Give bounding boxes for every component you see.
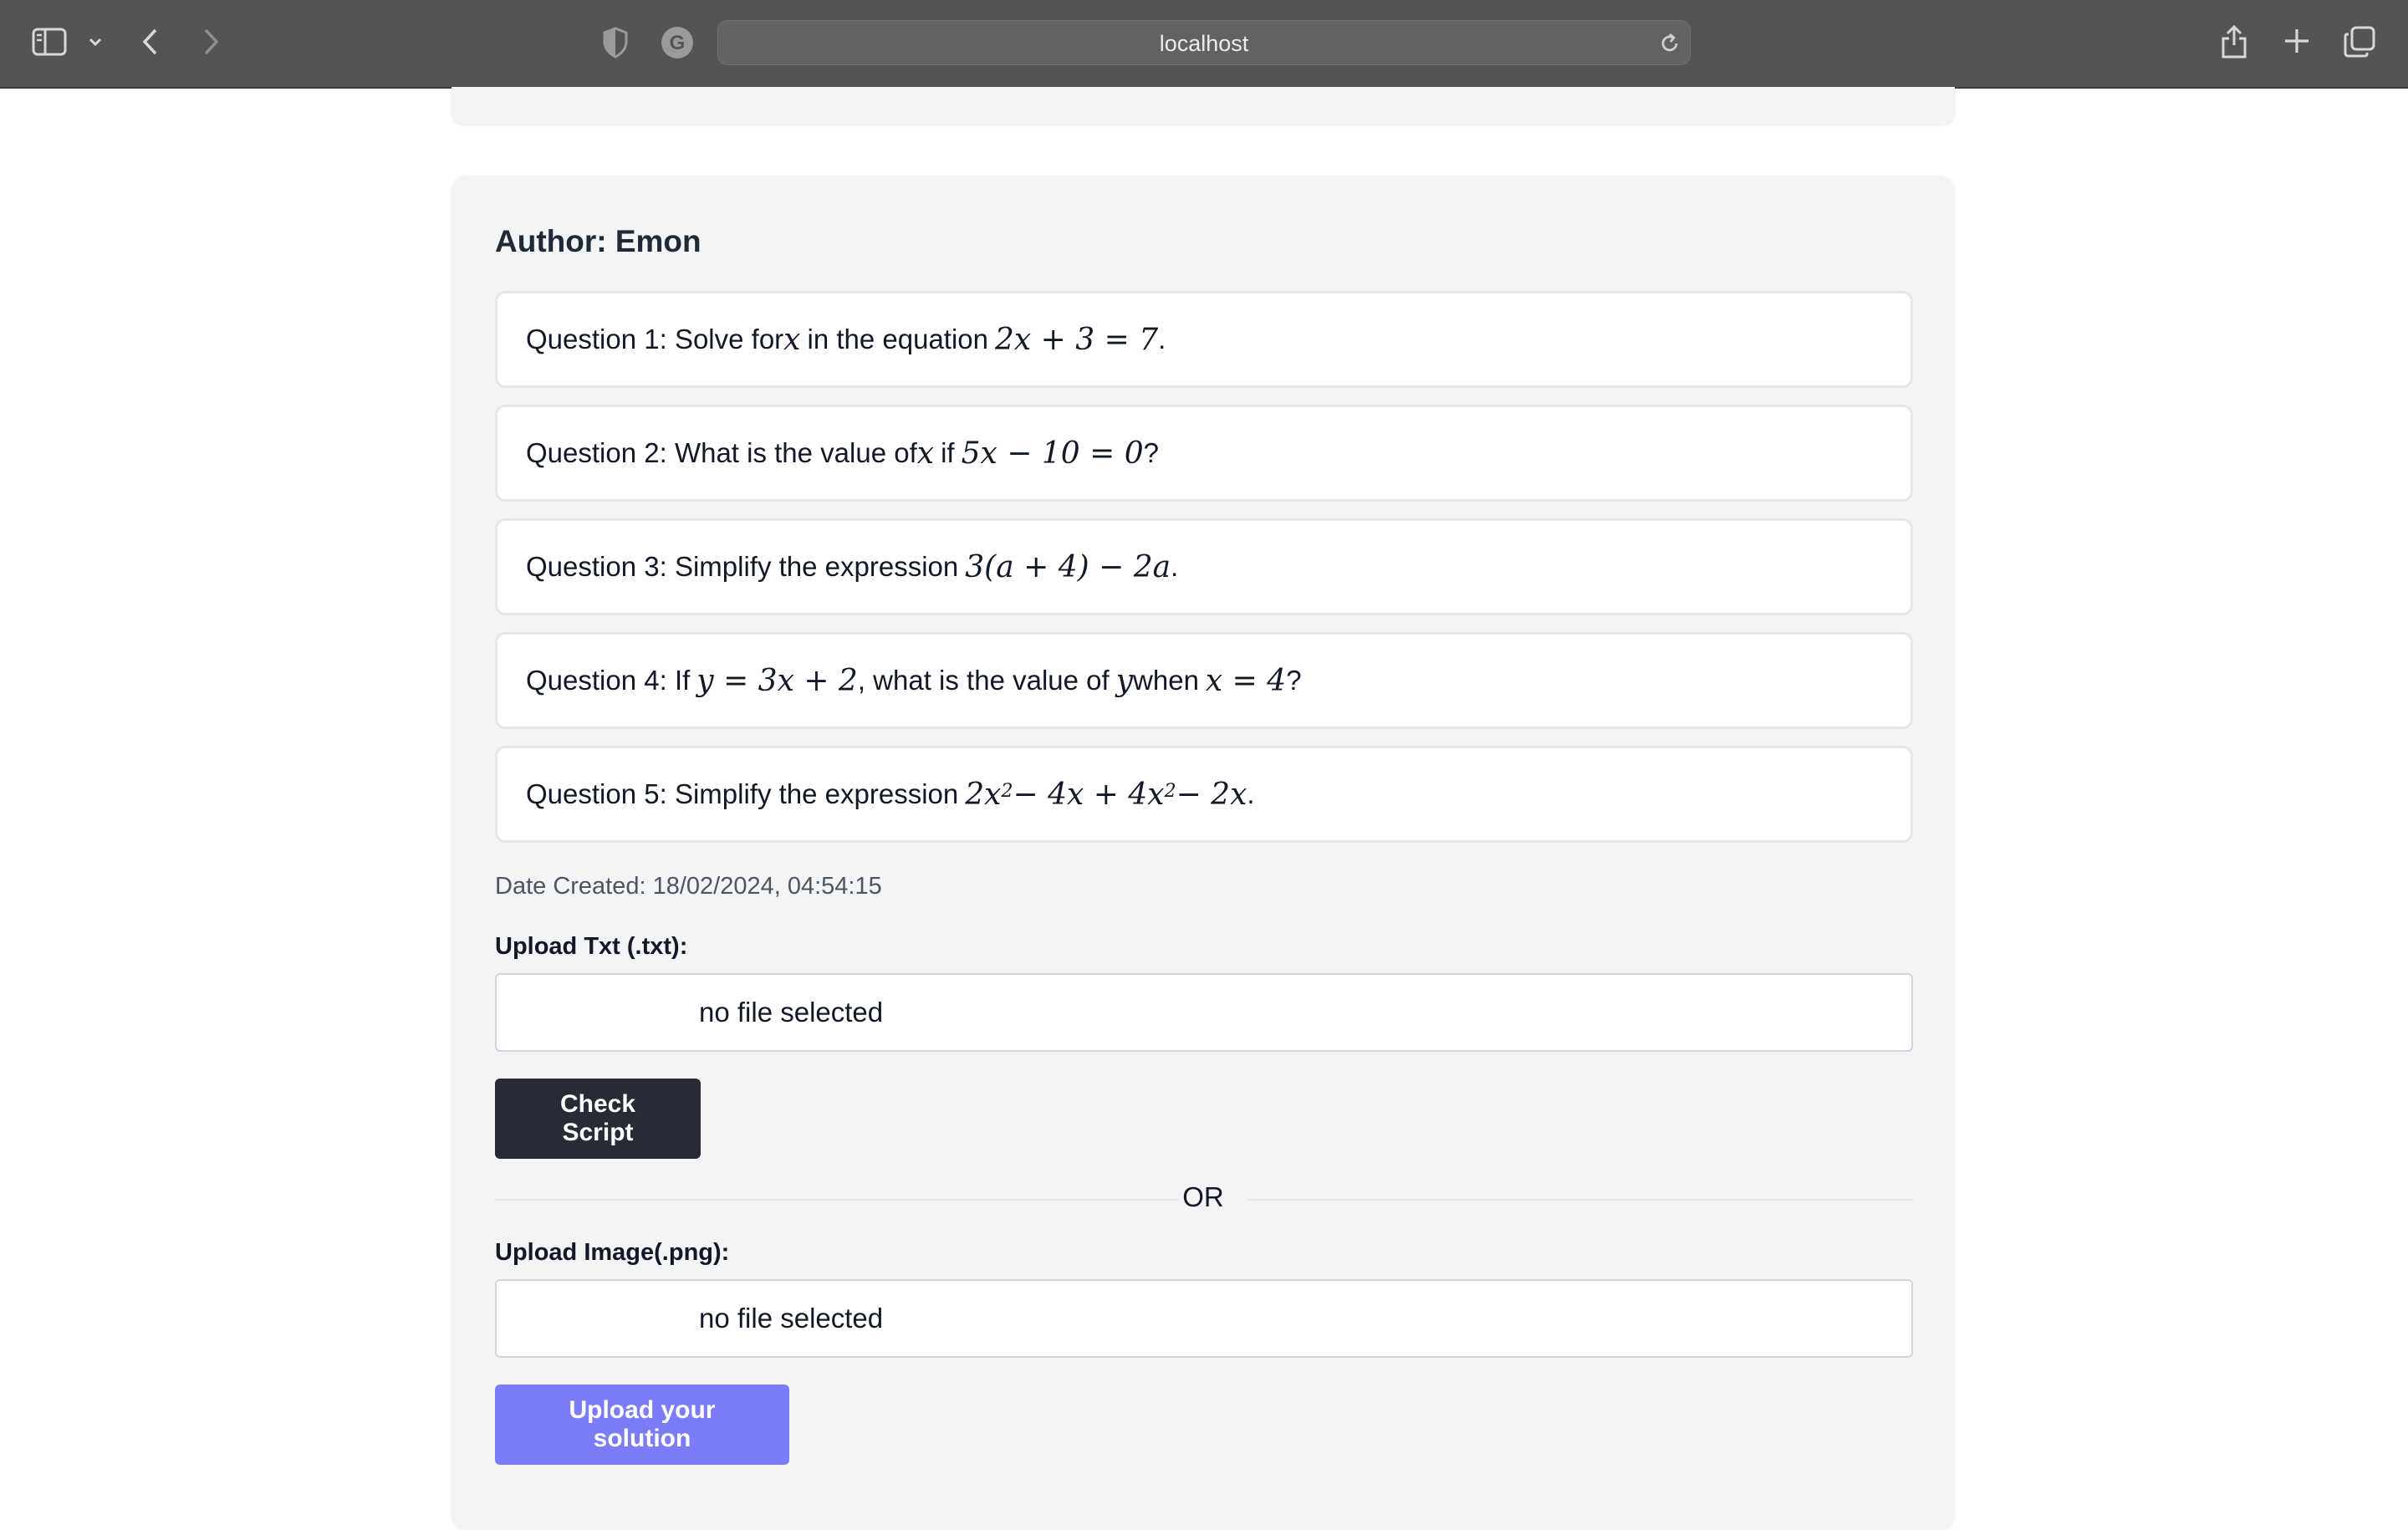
math-exponent: 2 (1164, 780, 1176, 802)
question-text: Question 5: Simplify the expression (526, 778, 959, 809)
chevron-down-icon[interactable] (87, 33, 104, 50)
question-text: Question 3: Simplify the expression (526, 551, 959, 582)
math-expression: x (916, 436, 935, 471)
new-tab-icon[interactable] (2283, 27, 2311, 55)
back-icon[interactable] (140, 27, 161, 57)
sidebar-icon[interactable] (32, 27, 67, 57)
question-text: . (1158, 324, 1166, 354)
math-expression: y = 3x + 2 (696, 663, 858, 698)
question-item: Question 5: Simplify the expression 2x 2… (495, 746, 1913, 843)
previous-card (452, 87, 1955, 124)
math-expression: x (783, 322, 801, 357)
question-text: ? (1286, 665, 1302, 696)
math-expression: 2x (965, 777, 1002, 812)
question-text: . (1171, 551, 1179, 582)
divider-line-right (1247, 1199, 1913, 1201)
question-text: if (941, 437, 955, 468)
math-expression: − 4x + 4x (1013, 777, 1165, 812)
math-expression: y (1115, 663, 1134, 698)
address-text: localhost (1159, 31, 1249, 56)
question-text: , what is the value of (857, 665, 1110, 696)
or-divider: OR (1182, 1181, 1224, 1212)
question-item: Question 2: What is the value of x if 5x… (495, 405, 1913, 502)
file-status: no file selected (699, 1303, 884, 1334)
math-expression: x = 4 (1205, 663, 1287, 698)
browser-toolbar: G localhost (0, 0, 2408, 89)
date-created: Date Created: 18/02/2024, 04:54:15 (495, 873, 882, 900)
math-expression: 5x − 10 = 0 (961, 436, 1144, 471)
question-item: Question 4: If y = 3x + 2 , what is the … (495, 632, 1913, 729)
upload-image-label: Upload Image(.png): (495, 1239, 730, 1266)
math-expression: 3(a + 4) − 2a (965, 549, 1171, 584)
question-text: Question 1: Solve for (526, 324, 784, 354)
question-text: . (1247, 778, 1255, 809)
question-set-card: Author: Emon Question 1: Solve for x in … (452, 176, 1955, 1530)
question-text: ? (1143, 437, 1159, 468)
shield-icon[interactable] (602, 27, 629, 59)
math-expression: − 2x (1176, 777, 1247, 812)
grammarly-icon[interactable]: G (661, 26, 694, 59)
forward-icon[interactable] (201, 27, 221, 57)
check-script-button[interactable]: Check Script (495, 1079, 701, 1159)
upload-solution-button[interactable]: Upload your solution (495, 1385, 789, 1465)
author-heading: Author: Emon (495, 224, 701, 258)
question-text: Question 2: What is the value of (526, 437, 917, 468)
question-text: Question 4: If (526, 665, 691, 696)
upload-txt-label: Upload Txt (.txt): (495, 933, 688, 960)
share-icon[interactable] (2219, 23, 2249, 60)
math-expression: 2x + 3 = 7 (995, 322, 1159, 357)
file-status: no file selected (699, 997, 884, 1028)
image-file-input[interactable]: no file selected (495, 1279, 1913, 1358)
question-item: Question 1: Solve for x in the equation … (495, 291, 1913, 388)
reload-icon[interactable] (1658, 32, 1681, 59)
svg-text:G: G (670, 32, 686, 54)
question-item: Question 3: Simplify the expression 3(a … (495, 518, 1913, 615)
tabs-overview-icon[interactable] (2343, 25, 2376, 59)
address-bar[interactable]: localhost (717, 20, 1691, 65)
question-text: when (1133, 665, 1199, 696)
question-text: in the equation (807, 324, 988, 354)
math-exponent: 2 (1001, 780, 1013, 802)
txt-file-input[interactable]: no file selected (495, 973, 1913, 1052)
